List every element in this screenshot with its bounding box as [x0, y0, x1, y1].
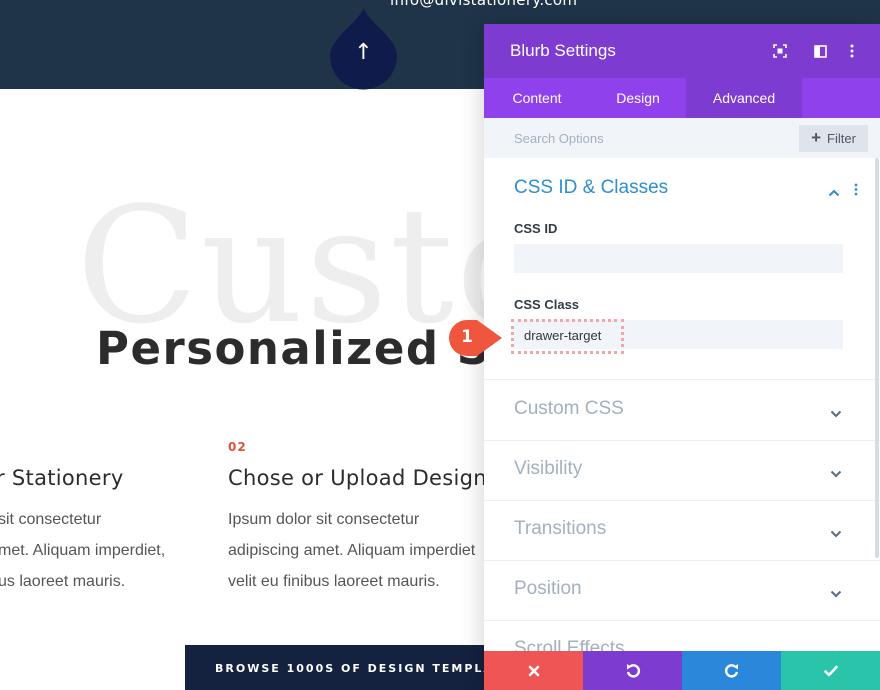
section-label: Position [514, 578, 582, 599]
css-id-classes-heading[interactable]: CSS ID & Classes [514, 177, 668, 199]
css-id-input[interactable] [514, 244, 843, 273]
sidebar-icon[interactable] [810, 41, 830, 61]
tab-content[interactable]: Content [484, 78, 590, 118]
feature-text-line: Ipsum dolor sit consectetur [228, 511, 420, 528]
feature-title: r Stationery [0, 466, 124, 490]
chevron-down-icon [830, 465, 842, 483]
chevron-up-icon[interactable] [828, 184, 840, 202]
filter-button[interactable]: + Filter [799, 125, 868, 152]
feature-text-line: sit consectetur [0, 511, 102, 528]
undo-button[interactable] [583, 651, 682, 690]
scroll-up-icon: ↑ [354, 40, 373, 65]
feature-text-line: velit eu finibus laoreet mauris. [228, 573, 440, 590]
css-id-label: CSS ID [514, 221, 558, 236]
feature-text-line: us laoreet mauris. [0, 573, 126, 590]
tab-design[interactable]: Design [590, 78, 686, 118]
chevron-down-icon [830, 525, 842, 543]
redo-button[interactable] [682, 651, 781, 690]
discard-button[interactable] [484, 651, 583, 690]
redo-icon [724, 663, 738, 678]
section-position[interactable]: Position [484, 560, 880, 620]
panel-header[interactable]: Blurb Settings [484, 24, 880, 78]
section-label: Visibility [514, 458, 583, 479]
cta-label: BROWSE 1000S OF DESIGN TEMPLATES [215, 662, 523, 675]
more-vertical-icon[interactable] [854, 183, 858, 201]
save-button[interactable] [781, 651, 880, 690]
step-badge: 1 [447, 318, 503, 358]
section-transitions[interactable]: Transitions [484, 500, 880, 560]
section-custom-css[interactable]: Custom CSS [484, 380, 880, 440]
more-vertical-icon[interactable] [842, 41, 862, 61]
blurb-settings-panel: Blurb Settings Content Design Advanced S… [484, 24, 880, 690]
panel-title: Blurb Settings [510, 41, 616, 60]
undo-icon [626, 663, 640, 678]
header-email[interactable]: info@divistationery.com [390, 0, 577, 9]
section-visibility[interactable]: Visibility [484, 440, 880, 500]
tab-advanced[interactable]: Advanced [686, 78, 802, 118]
search-row: Search Options + Filter [484, 118, 880, 158]
browse-templates-button[interactable]: BROWSE 1000S OF DESIGN TEMPLATES [185, 645, 520, 690]
feature-title: Chose or Upload Design [228, 466, 487, 490]
section-label: Transitions [514, 518, 607, 539]
panel-scrollbar[interactable] [875, 158, 879, 558]
filter-label: Filter [827, 131, 856, 146]
feature-text-line: met. Aliquam imperdiet, [0, 542, 166, 559]
plus-icon: + [811, 128, 822, 147]
scroll-to-top-button[interactable]: ↑ [330, 8, 397, 90]
panel-footer [484, 651, 880, 690]
search-input[interactable]: Search Options [514, 131, 604, 146]
close-icon [528, 665, 539, 676]
step-number: 1 [461, 327, 473, 347]
feature-number: 02 [228, 440, 247, 454]
feature-text-line: adipiscing amet. Aliquam imperdiet [228, 542, 476, 559]
check-icon [823, 665, 838, 676]
section-label: Custom CSS [514, 398, 624, 419]
css-class-label: CSS Class [514, 297, 580, 312]
panel-tabs: Content Design Advanced [484, 78, 880, 118]
highlight-outline [511, 319, 624, 354]
chevron-down-icon [830, 405, 842, 423]
chevron-down-icon [830, 585, 842, 603]
expand-icon[interactable] [770, 41, 790, 61]
